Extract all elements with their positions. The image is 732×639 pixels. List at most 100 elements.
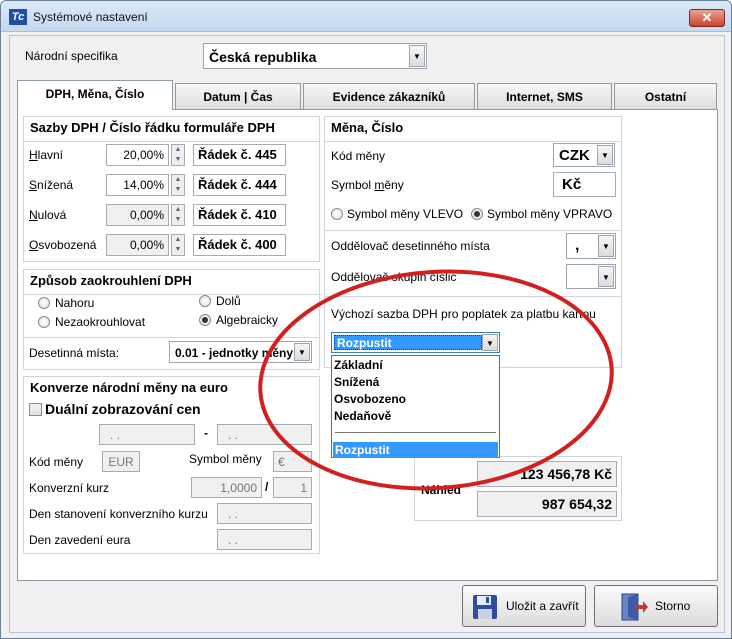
option-reduced[interactable]: Snížená [334,375,379,389]
card-fee-select[interactable]: Rozpustit ▼ [331,332,500,353]
group-separator-select[interactable]: ▼ [566,264,616,289]
vat-rates-title: Sazby DPH / Číslo řádku formuláře DPH [30,120,275,135]
tab-vat-currency[interactable]: DPH, Měna, Číslo [17,80,173,110]
vat-zero-spinner: ▲ ▼ [171,204,185,226]
vat-reduced-label: Snížená [29,178,74,192]
conversion-rate-value: 1,0000 [191,477,262,498]
preview-value-1: 123 456,78 Kč [477,461,617,487]
divider [325,141,621,142]
radio-symbol-left[interactable] [331,208,343,220]
decimals-value: 0.01 - jednotky měny [175,346,294,360]
chevron-down-icon[interactable]: ▼ [409,45,425,67]
cancel-button[interactable]: Storno [594,585,718,627]
vat-zero-rate: 0,00% [106,204,169,226]
rate-date-label: Den stanovení konverzního kurzu [29,507,208,521]
divider [325,230,621,231]
rate-divider: / [265,480,269,494]
radio-round-up[interactable] [38,297,50,309]
card-fee-label: Výchozí sazba DPH pro poplatek za platbu… [331,307,596,321]
floppy-disk-icon [473,595,497,619]
preview-label: Náhled [421,483,462,497]
vat-zero-label: Nulová [29,208,67,222]
chevron-down-icon[interactable]: ▼ [597,145,613,165]
divider [24,294,319,295]
vat-main-label: Hlavní [29,148,64,162]
vat-exempt-spinner: ▲ ▼ [171,234,185,256]
vat-reduced-spinner[interactable]: ▲ ▼ [171,174,185,196]
dual-display-label: Duální zobrazování cen [45,401,201,417]
cancel-label: Storno [655,599,691,613]
vat-main-rate[interactable]: 20,00% [106,144,169,166]
currency-title: Měna, Číslo [331,120,404,135]
algebraic-label: Algebraicky [216,313,279,327]
euro-currency-value: EUR [102,451,140,472]
group-separator-label: Oddělovač skupin číslic [331,270,457,284]
vat-exempt-label: Osvobozená [29,238,97,252]
conversion-rate-unit: 1 [273,477,312,498]
national-specifics-select[interactable]: Česká republika ▼ [203,43,427,69]
vat-exempt-rate: 0,00% [106,234,169,256]
decimals-select[interactable]: 0.01 - jednotky měny ▼ [169,341,312,363]
option-basic[interactable]: Základní [334,358,383,372]
option-non-tax[interactable]: Nedaňově [334,409,391,423]
chevron-down-icon[interactable]: ▼ [294,343,310,361]
chevron-down-icon[interactable]: ▼ [482,334,498,351]
round-up-label: Nahoru [55,296,95,310]
save-close-label: Uložit a zavřít [506,599,579,613]
app-icon: Tc [9,9,27,25]
radio-round-down[interactable] [199,295,211,307]
radio-algebraic[interactable] [199,314,211,326]
currency-symbol-label: Symbol měny [331,178,404,192]
decimal-separator-label: Oddělovač desetinného místa [331,239,490,253]
divider [325,296,621,297]
euro-symbol-label: Symbol měny [189,452,262,466]
currency-code-label: Kód měny [331,149,386,163]
option-exempt[interactable]: Osvobozeno [334,392,406,406]
preview-value-2: 987 654,32 [477,491,617,517]
title-bar[interactable]: Tc Systémové nastavení ✕ [1,1,731,32]
tab-customers[interactable]: Evidence zákazníků [303,83,475,109]
round-down-label: Dolů [216,294,241,308]
radio-symbol-right[interactable] [471,208,483,220]
dual-date-from: . . [99,424,195,445]
chevron-down-icon[interactable]: ▼ [598,235,614,257]
vat-main-row[interactable]: Řádek č. 445 [193,144,286,166]
euro-date-field: . . [217,529,312,550]
close-button[interactable]: ✕ [689,9,725,27]
card-fee-value: Rozpustit [337,336,392,350]
dual-display-checkbox[interactable] [29,403,42,416]
option-dissolve[interactable]: Rozpustit [333,442,498,458]
vat-main-spinner[interactable]: ▲ ▼ [171,144,185,166]
conversion-rate-label: Konverzní kurz [29,481,110,495]
no-rounding-label: Nezaokrouhlovat [55,315,146,329]
tab-date-time[interactable]: Datum | Čas [175,83,301,109]
vat-reduced-rate[interactable]: 14,00% [106,174,169,196]
euro-conversion-title: Konverze národní měny na euro [30,380,228,395]
vat-reduced-row[interactable]: Řádek č. 444 [193,174,286,196]
euro-symbol-value: € [273,451,312,472]
currency-symbol-field[interactable]: Kč [553,172,616,197]
card-fee-dropdown-list: Základní Snížená Osvobozeno Nedaňově Roz… [331,355,500,458]
rate-date-field: . . [217,503,312,524]
currency-code-value: CZK [559,147,590,164]
divider [335,432,496,433]
euro-date-label: Den zavedení eura [29,533,131,547]
decimal-separator-value: , [575,237,580,254]
tab-internet-sms[interactable]: Internet, SMS [477,83,612,109]
rounding-title: Způsob zaokrouhlení DPH [30,273,192,288]
decimal-separator-select[interactable]: , ▼ [566,233,616,259]
radio-no-rounding[interactable] [38,316,50,328]
divider [24,141,319,142]
vat-exempt-row[interactable]: Řádek č. 400 [193,234,286,256]
tab-other[interactable]: Ostatní [614,83,717,109]
currency-code-select[interactable]: CZK ▼ [553,143,615,167]
save-close-button[interactable]: Uložit a zavřít [462,585,586,627]
date-dash: - [204,426,208,440]
dual-date-to: . . [217,424,312,445]
exit-door-icon [621,593,648,621]
vat-zero-row[interactable]: Řádek č. 410 [193,204,286,226]
euro-currency-label: Kód měny [29,455,84,469]
chevron-down-icon[interactable]: ▼ [598,266,614,287]
dialog-window: Tc Systémové nastavení ✕ Národní specifi… [0,0,732,639]
symbol-left-label: Symbol měny VLEVO [347,207,464,221]
